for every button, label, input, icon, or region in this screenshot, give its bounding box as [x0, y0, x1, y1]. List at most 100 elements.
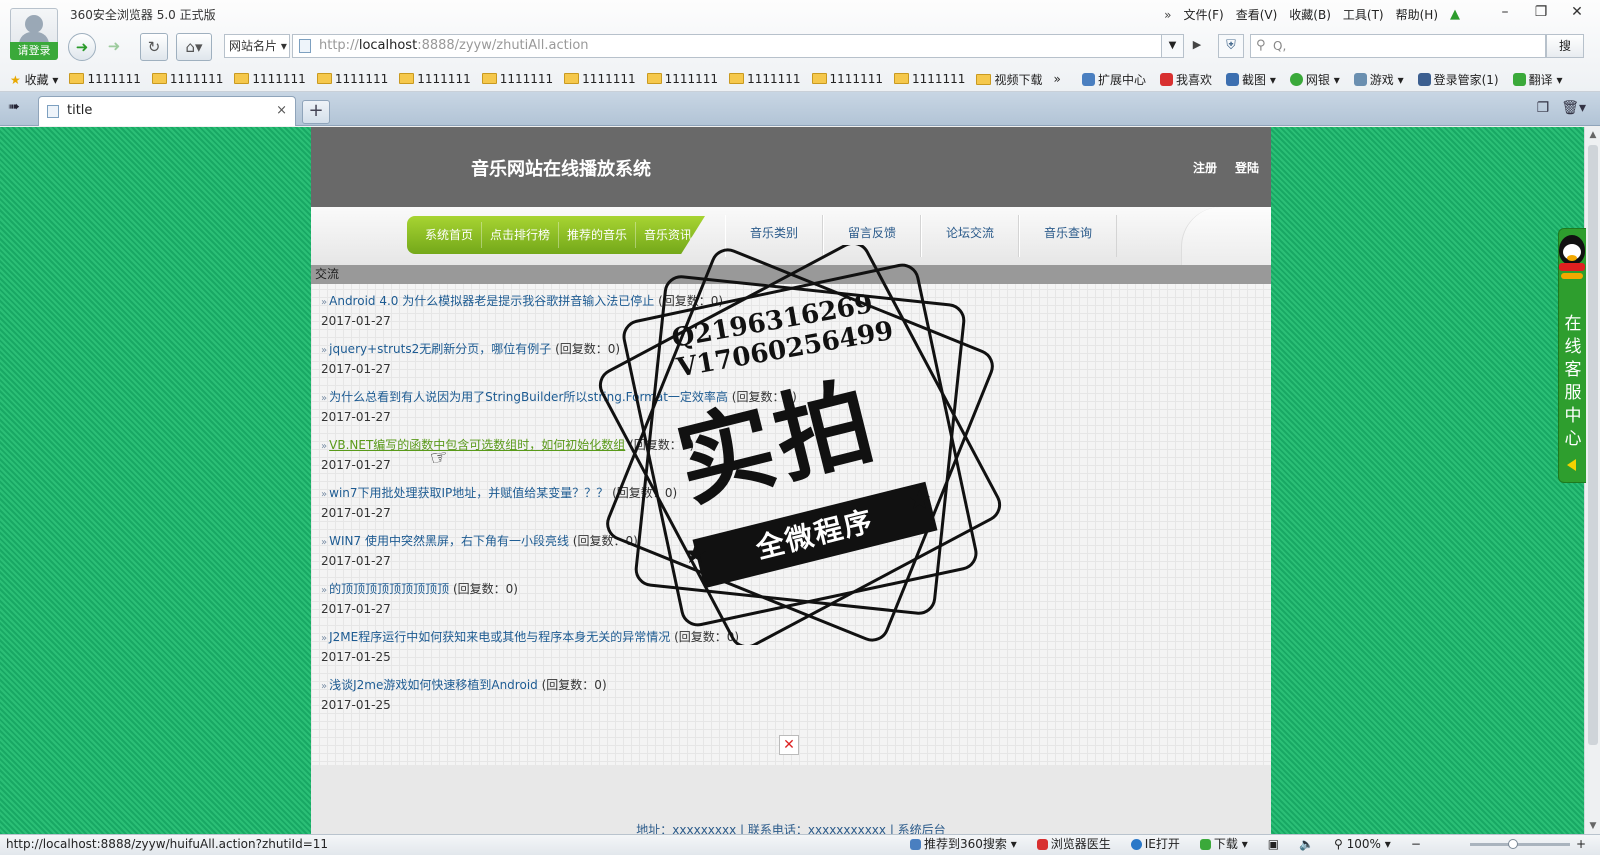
search-input[interactable]: ⚲ Q,	[1250, 34, 1546, 58]
browser-toolbar: 请登录 360安全浏览器 5.0 正式版 » 文件(F) 查看(V) 收藏(B)…	[0, 0, 1600, 92]
bookmark-folder[interactable]: 1111111	[646, 72, 718, 86]
topic-date: 2017-01-25	[321, 698, 391, 712]
volume-icon[interactable]: 🔈	[1299, 835, 1314, 854]
close-tab-icon[interactable]: ×	[276, 97, 287, 125]
menu-tools[interactable]: 工具(T)	[1343, 6, 1384, 23]
topic-link[interactable]: J2ME程序运行中如何获知来电或其他与程序本身无关的异常情况	[329, 630, 670, 644]
bookmarks-more-icon[interactable]: »	[1053, 72, 1060, 86]
downloads[interactable]: 下载 ▾	[1199, 835, 1248, 854]
zoom-out-icon[interactable]: −	[1411, 835, 1421, 854]
maximize-button[interactable]: ❐	[1524, 2, 1558, 24]
zoom-knob[interactable]	[1508, 839, 1518, 849]
login-button[interactable]: 请登录	[10, 42, 58, 60]
topic-link[interactable]: 的顶顶顶顶顶顶顶顶顶	[329, 582, 449, 596]
sidebar-toggle-icon[interactable]: ➠	[8, 99, 20, 115]
bookmark-folder[interactable]: 1111111	[69, 72, 141, 86]
topic-row: » 的顶顶顶顶顶顶顶顶顶 (回复数：0) 2017-01-27	[321, 580, 1021, 628]
bookmark-folder[interactable]: 1111111	[481, 72, 553, 86]
nav-feedback[interactable]: 留言反馈	[823, 215, 922, 257]
topic-link[interactable]: 为什么总看到有人说因为用了StringBuilder所以string.Forma…	[329, 390, 728, 404]
zoom-level[interactable]: ⚲ 100% ▾	[1334, 835, 1391, 854]
scroll-down-icon[interactable]: ▼	[1585, 821, 1600, 831]
forward-icon[interactable]: ➜	[100, 33, 128, 61]
nav-news[interactable]: 音乐资讯	[636, 222, 700, 248]
bookmark-folder[interactable]: 1111111	[564, 72, 636, 86]
back-icon[interactable]: ➜	[68, 33, 96, 61]
skin-icon[interactable]: ▲	[1450, 7, 1460, 22]
address-bar[interactable]: http://localhost:8888/zyyw/zhutiAll.acti…	[292, 34, 1162, 58]
bookmark-folder[interactable]: 1111111	[811, 72, 883, 86]
reply-count: (回复数：0)	[658, 294, 724, 308]
close-window-button[interactable]: ✕	[1560, 2, 1594, 24]
zoom-slider[interactable]	[1470, 839, 1570, 849]
bookmark-folder[interactable]: 1111111	[399, 72, 471, 86]
bullet-icon: »	[321, 297, 328, 308]
trash-icon[interactable]: 🗑▾	[1561, 100, 1586, 116]
home-icon[interactable]: ⌂▾	[176, 33, 212, 61]
refresh-icon[interactable]: ↻	[140, 33, 168, 61]
topic-link[interactable]: Android 4.0 为什么模拟器老是提示我谷歌拼音输入法已停止	[329, 294, 654, 308]
topic-link[interactable]: VB.NET编写的函数中包含可选数组时，如何初始化数组	[329, 438, 625, 452]
reply-count: (回复数：0)	[731, 390, 797, 404]
tab-bar: ➠ title × + ❐ 🗑▾	[0, 92, 1600, 126]
bookmark-folder[interactable]: 1111111	[729, 72, 801, 86]
go-icon[interactable]: ▶	[1186, 34, 1208, 58]
menu-file[interactable]: 文件(F)	[1183, 6, 1223, 23]
topic-link[interactable]: 浅谈J2me游戏如何快速移植到Android	[329, 678, 538, 692]
nav-home[interactable]: 系统首页	[417, 222, 483, 248]
topic-link[interactable]: WIN7 使用中突然黑屏，右下角有一小段亮线	[329, 534, 569, 548]
search-button[interactable]: 搜	[1546, 34, 1584, 58]
restore-tabs-icon[interactable]: ❐	[1537, 100, 1550, 116]
reply-count: (回复数：0)	[612, 486, 678, 500]
tab-title[interactable]: title ×	[38, 96, 296, 126]
auth-links: 注册 登陆	[1193, 159, 1259, 176]
online-service-widget[interactable]: 在线客服中心	[1558, 228, 1586, 483]
site-card-button[interactable]: 网站名片 ▾	[224, 34, 290, 58]
menu-more-icon[interactable]: »	[1164, 8, 1171, 22]
my-likes[interactable]: 我喜欢	[1160, 71, 1212, 88]
menu-help[interactable]: 帮助(H)	[1396, 6, 1438, 23]
favorites-menu[interactable]: ★ 收藏 ▾	[10, 71, 58, 88]
search-icon: ⚲	[1256, 38, 1266, 53]
collapse-arrow-icon[interactable]	[1567, 459, 1576, 471]
bookmark-video[interactable]: 视频下载	[976, 71, 1042, 88]
screenshot-tool[interactable]: 截图 ▾	[1226, 71, 1276, 88]
bookmark-folder[interactable]: 1111111	[316, 72, 388, 86]
topic-date: 2017-01-27	[321, 314, 391, 328]
topic-link[interactable]: win7下用批处理获取IP地址，并赋值给某变量？？？	[329, 486, 608, 500]
scroll-up-icon[interactable]: ▲	[1585, 130, 1600, 140]
bookmark-folder[interactable]: 1111111	[234, 72, 306, 86]
bookmark-folder[interactable]: 1111111	[893, 72, 965, 86]
shield-icon[interactable]: ⛨	[1218, 34, 1244, 58]
translate[interactable]: 翻译 ▾	[1512, 71, 1562, 88]
browser-doctor[interactable]: 浏览器医生	[1036, 835, 1111, 854]
register-link[interactable]: 注册	[1193, 159, 1217, 176]
menu-view[interactable]: 查看(V)	[1236, 6, 1278, 23]
address-dropdown-icon[interactable]: ▼	[1162, 34, 1184, 58]
extension-center[interactable]: 扩展中心	[1082, 71, 1146, 88]
bookmarks-bar: ★ 收藏 ▾ 1111111 1111111 1111111 1111111 1…	[10, 68, 1061, 90]
login-manager[interactable]: 登录管家(1)	[1417, 71, 1499, 88]
nav-categories[interactable]: 音乐类别	[725, 215, 824, 257]
scroll-thumb[interactable]	[1588, 145, 1598, 745]
nav-search[interactable]: 音乐查询	[1019, 215, 1118, 257]
bookmark-folder[interactable]: 1111111	[151, 72, 223, 86]
star-icon: ★	[10, 72, 21, 87]
online-banking[interactable]: 网银 ▾	[1289, 71, 1340, 88]
footer-text: 地址：xxxxxxxxx | 联系电话：xxxxxxxxxxx | 系统后台	[636, 823, 946, 834]
minimize-button[interactable]: –	[1488, 2, 1522, 24]
recommend-360-search[interactable]: 推荐到360搜索 ▾	[910, 835, 1017, 854]
nav-ranking[interactable]: 点击排行榜	[482, 222, 560, 248]
site-footer: 地址：xxxxxxxxx | 联系电话：xxxxxxxxxxx | 系统后台	[311, 765, 1271, 834]
zoom-in-icon[interactable]: +	[1576, 835, 1586, 854]
new-tab-button[interactable]: +	[302, 100, 330, 124]
topic-link[interactable]: jquery+struts2无刷新分页，哪位有例子	[329, 342, 551, 356]
open-in-ie[interactable]: IE打开	[1130, 835, 1180, 854]
nav-recommended[interactable]: 推荐的音乐	[559, 222, 637, 248]
vertical-scrollbar[interactable]: ▲ ▼	[1584, 127, 1600, 834]
menu-favorites[interactable]: 收藏(B)	[1289, 6, 1331, 23]
nav-forum[interactable]: 论坛交流	[921, 215, 1020, 257]
login-link[interactable]: 登陆	[1235, 159, 1259, 176]
window-icon[interactable]: ▣	[1268, 835, 1279, 854]
games[interactable]: 游戏 ▾	[1353, 71, 1404, 88]
